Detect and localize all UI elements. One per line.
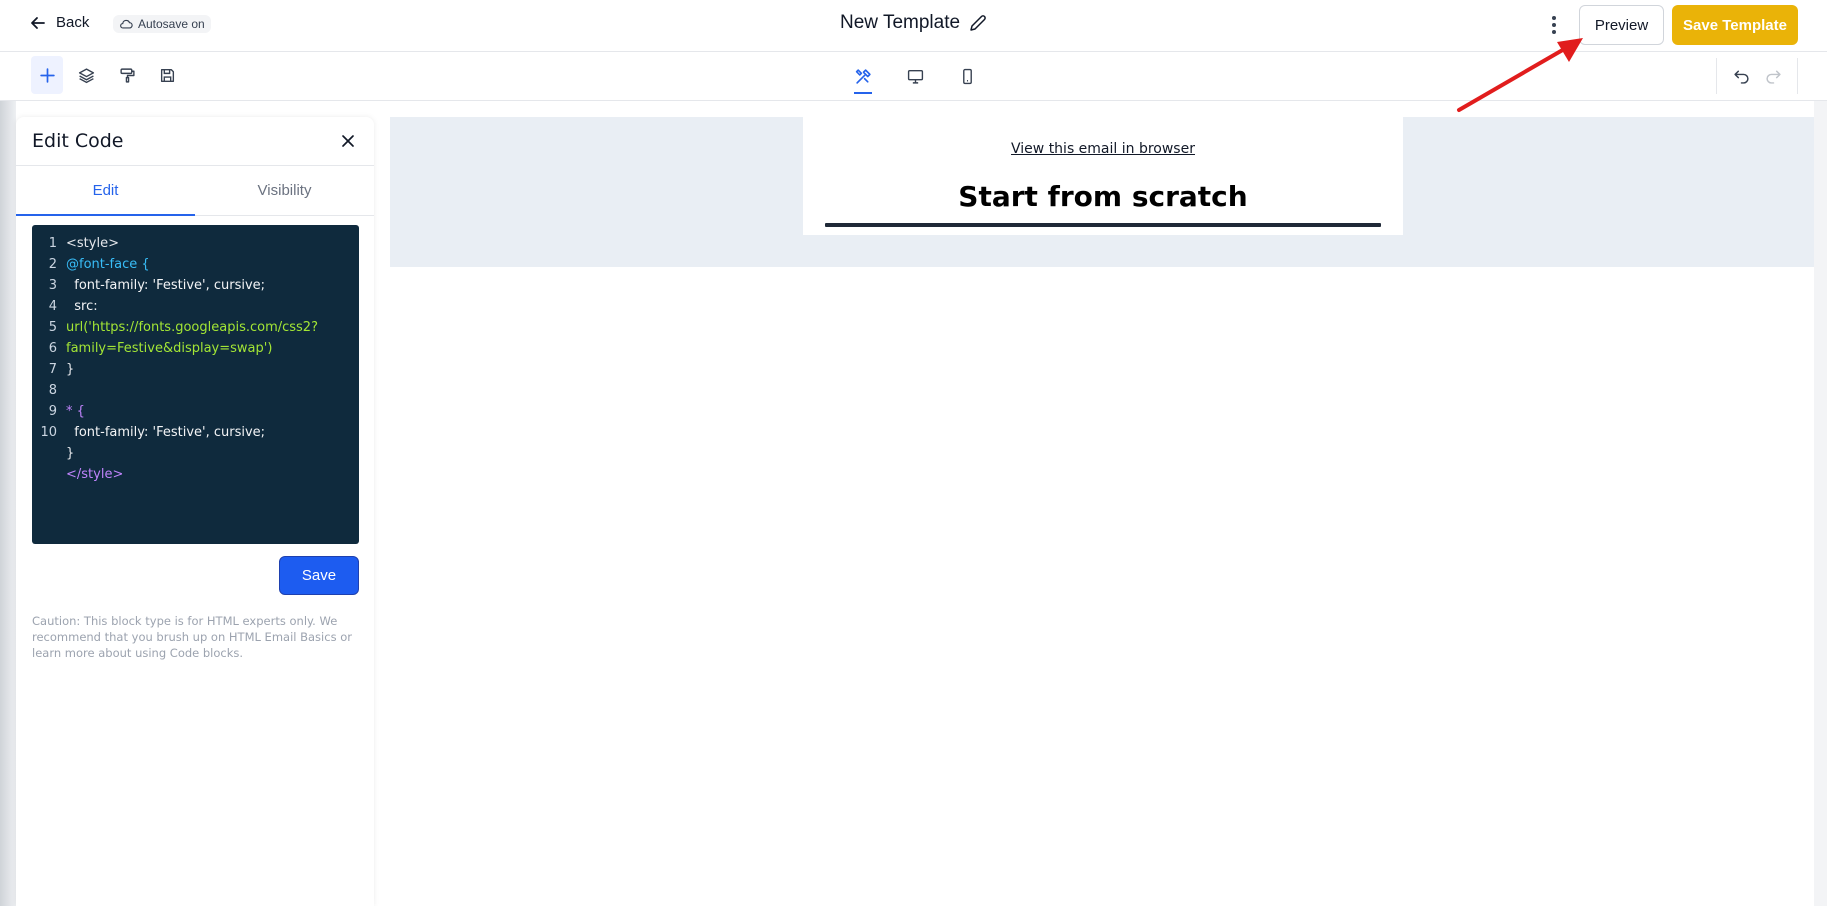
canvas-scrollbar[interactable]	[1814, 101, 1827, 906]
layers-button[interactable]	[70, 56, 102, 94]
tab-desktop-view[interactable]	[902, 58, 928, 94]
add-block-button[interactable]	[31, 56, 63, 94]
back-button[interactable]: Back	[30, 14, 89, 31]
divider-line	[825, 223, 1381, 227]
undo-icon	[1733, 70, 1749, 84]
code-line: 1 <style>	[48, 236, 119, 251]
red-arrow-annotation	[1457, 38, 1583, 112]
layers-icon	[78, 67, 94, 83]
email-preview-block[interactable]: View this email in browser Start from sc…	[803, 117, 1403, 235]
toolbar-divider-right	[1797, 58, 1798, 94]
arrow-left-icon	[31, 16, 45, 29]
save-block-button[interactable]	[151, 56, 183, 94]
edit-code-panel: Edit Code Edit Visibility 1 <style> 2 @fon…	[16, 117, 374, 906]
pencil-icon[interactable]	[968, 13, 988, 33]
undo-button[interactable]	[1725, 56, 1757, 94]
save-code-button[interactable]: Save	[279, 556, 359, 595]
paint-roller-icon	[119, 67, 135, 83]
code-line: </style>	[66, 467, 124, 482]
back-label: Back	[56, 14, 90, 31]
email-heading[interactable]: Start from scratch	[803, 180, 1403, 213]
save-disk-icon	[160, 68, 174, 82]
toolbar-divider	[1716, 58, 1717, 94]
sidebar-edge	[0, 101, 16, 906]
code-line: 9 * {	[48, 404, 85, 419]
autosave-label: Autosave on	[138, 17, 205, 31]
code-line: 10 font-family: 'Festive', cursive;	[40, 425, 266, 440]
tab-edit[interactable]: Edit	[16, 166, 195, 216]
code-line: 6 family=Festive&display=swap')	[48, 341, 273, 356]
close-panel-button[interactable]	[338, 131, 358, 151]
canvas-area	[390, 267, 1814, 906]
tools-icon	[855, 68, 871, 84]
redo-button[interactable]	[1757, 56, 1789, 94]
template-title[interactable]: New Template	[840, 12, 988, 34]
code-line: 4 src:	[48, 299, 98, 314]
panel-tabs: Edit Visibility	[16, 166, 374, 216]
save-template-button[interactable]: Save Template	[1672, 5, 1798, 45]
redo-icon	[1765, 70, 1781, 84]
code-editor[interactable]: 1 <style> 2 @font-face { 3 font-family: 'F…	[32, 225, 359, 544]
code-line: 8	[48, 383, 57, 398]
close-icon	[342, 135, 354, 147]
code-line: 3 font-family: 'Festive', cursive;	[48, 278, 266, 293]
panel-header: Edit Code	[16, 117, 374, 166]
template-title-text: New Template	[840, 12, 961, 33]
code-line: 7}	[48, 362, 75, 377]
panel-title: Edit Code	[32, 130, 124, 152]
caution-note: Caution: This block type is for HTML exp…	[32, 614, 352, 660]
code-line: 2 @font-face {	[48, 257, 150, 272]
code-line: }	[66, 446, 75, 461]
cloud-icon	[120, 19, 133, 29]
autosave-status: Autosave on	[113, 15, 211, 33]
plus-icon	[39, 67, 55, 83]
style-button[interactable]	[111, 56, 143, 94]
tab-design-tools[interactable]	[850, 58, 876, 94]
tab-mobile-view[interactable]	[954, 58, 980, 94]
tab-visibility[interactable]: Visibility	[195, 166, 374, 215]
mobile-icon	[962, 68, 972, 84]
code-line: 5 url('https://fonts.googleapis.com/css2?	[48, 320, 318, 335]
view-in-browser-link[interactable]: View this email in browser	[803, 141, 1403, 157]
desktop-icon	[907, 69, 923, 84]
